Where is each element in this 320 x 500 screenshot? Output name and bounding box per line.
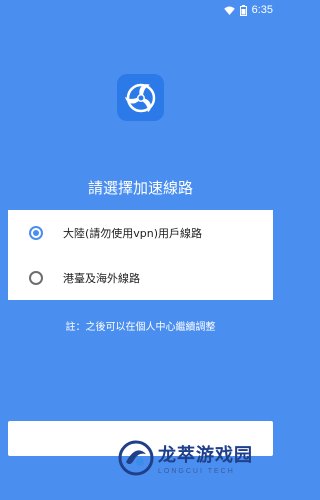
wifi-icon <box>223 6 235 15</box>
option-label: 大陸(請勿使用vpn)用戶線路 <box>63 226 203 240</box>
radio-unchecked[interactable] <box>29 270 43 285</box>
watermark: 龙萃游戏园 LONGCUI TECH <box>118 428 281 488</box>
watermark-en-text: LONGCUI TECH <box>158 468 235 475</box>
status-bar: 6:35 <box>0 0 281 20</box>
option-mainland-route[interactable]: 大陸(請勿使用vpn)用戶線路 <box>8 210 273 255</box>
radio-dot <box>33 229 39 236</box>
battery-icon <box>239 4 247 16</box>
fan-logo-icon <box>124 83 155 112</box>
option-label: 港臺及海外線路 <box>63 271 140 285</box>
status-time: 6:35 <box>251 4 273 16</box>
radio-checked[interactable] <box>29 225 43 240</box>
watermark-cn-text: 龙萃游戏园 <box>158 445 253 466</box>
option-overseas-route[interactable]: 港臺及海外線路 <box>8 255 273 300</box>
page-title: 請選擇加速線路 <box>87 179 193 197</box>
route-options-card: 大陸(請勿使用vpn)用戶線路 港臺及海外線路 <box>8 210 273 300</box>
app-logo <box>117 74 164 121</box>
watermark-logo-icon <box>118 440 154 476</box>
settings-note: 註：之後可以在個人中心繼續調整 <box>65 322 216 333</box>
